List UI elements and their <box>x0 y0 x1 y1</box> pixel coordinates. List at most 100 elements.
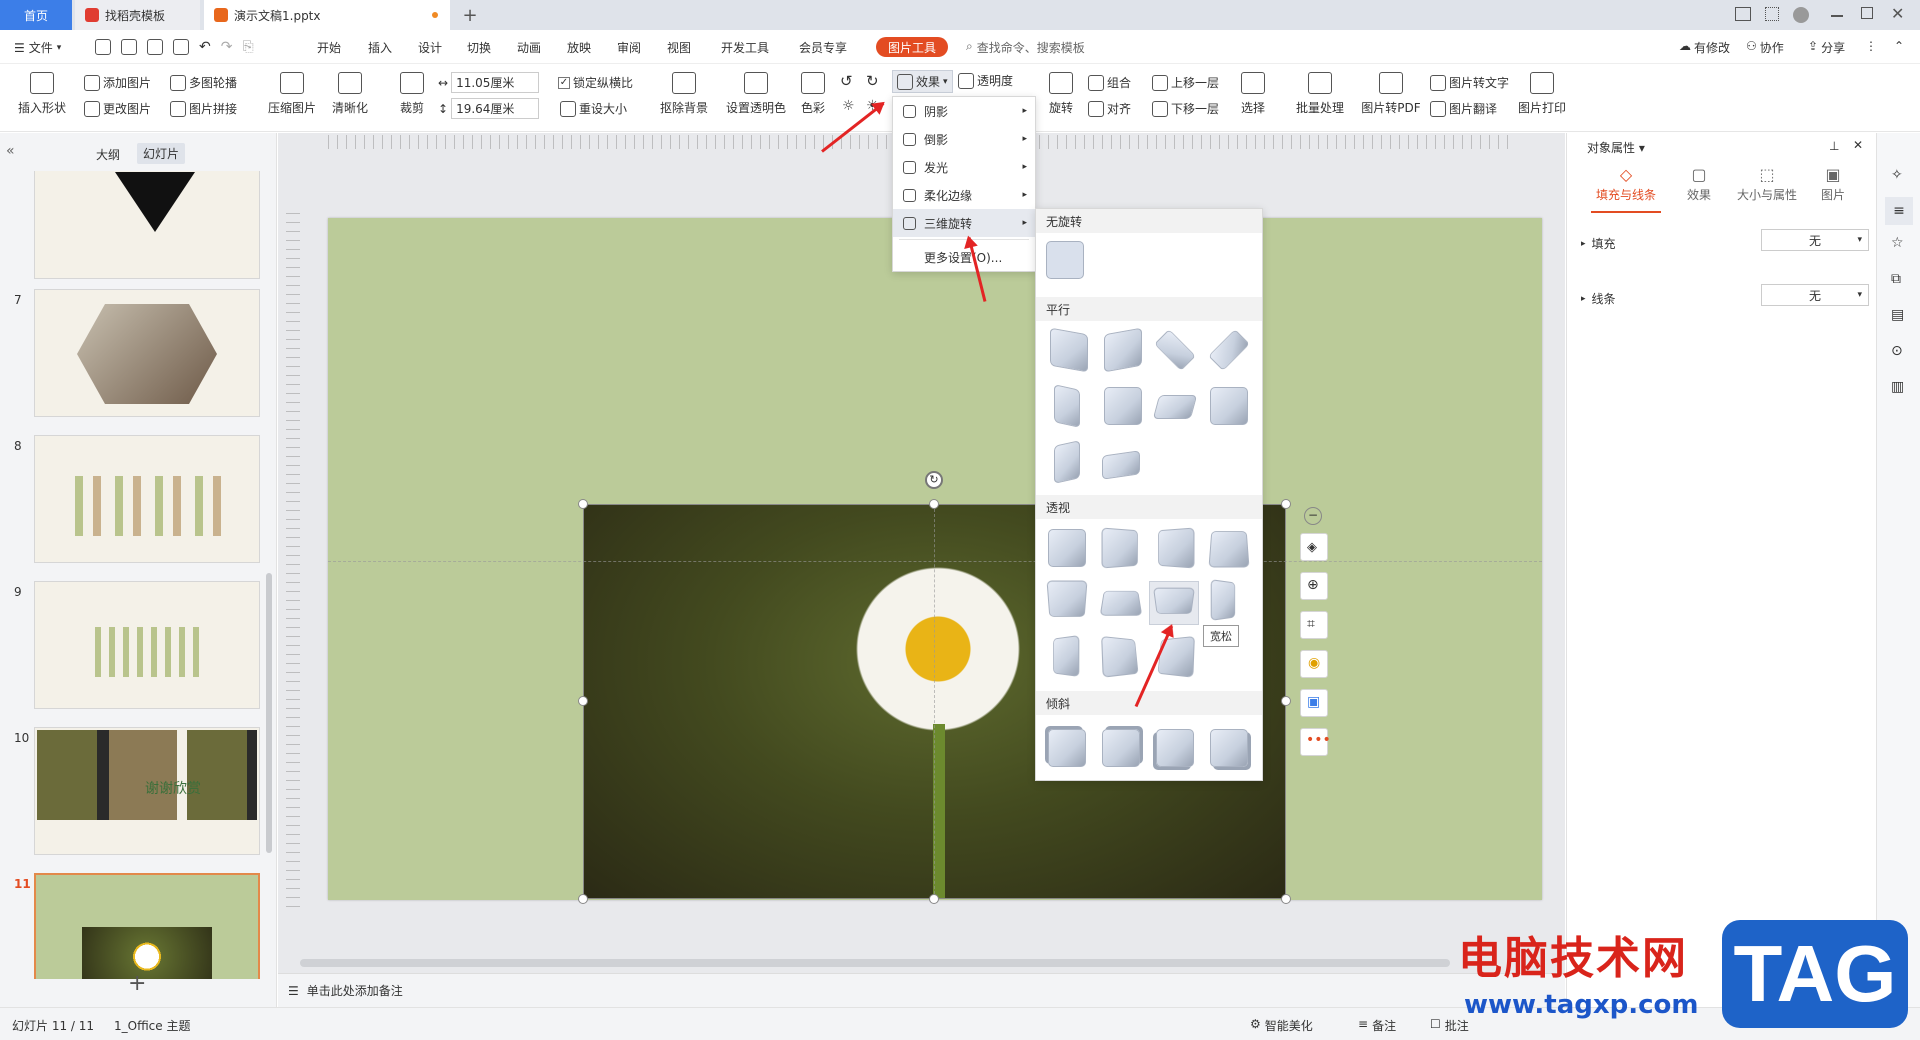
close-icon[interactable]: ✕ <box>1891 4 1904 23</box>
collab-button[interactable]: ⚇ 协作 <box>1746 39 1784 56</box>
pin-icon[interactable]: ⊥ <box>1829 139 1839 153</box>
preset-perspective[interactable] <box>1053 635 1080 677</box>
preset-parallel[interactable] <box>1154 329 1196 371</box>
slide-thumb-7[interactable] <box>34 289 260 417</box>
height-field[interactable]: ↕ 19.64厘米 <box>438 98 540 119</box>
crop-float-button[interactable]: ⌗ <box>1300 611 1328 639</box>
export-icon[interactable] <box>121 39 137 55</box>
preset-oblique[interactable] <box>1102 729 1140 767</box>
menu-item-reflection[interactable]: 倒影 ▸ <box>893 125 1035 153</box>
more-float-button[interactable]: ••• <box>1300 728 1331 756</box>
book-icon[interactable]: ▥ <box>1891 379 1904 395</box>
fill-section[interactable]: ▸ 填充 无 ▾ <box>1581 229 1871 252</box>
menu-item-design[interactable]: 设计 <box>418 39 442 56</box>
resize-handle[interactable] <box>578 499 588 509</box>
preset-parallel[interactable] <box>1054 440 1080 484</box>
print-icon[interactable] <box>147 39 163 55</box>
translate-button[interactable]: 图片翻译 <box>1430 100 1497 117</box>
batch-process-button[interactable]: 批量处理 <box>1290 72 1350 116</box>
save-icon[interactable] <box>95 39 111 55</box>
preset-perspective[interactable] <box>1101 636 1139 678</box>
tab-slides[interactable]: 幻灯片 <box>137 143 186 164</box>
preset-parallel[interactable] <box>1210 387 1248 425</box>
menu-item-view[interactable]: 视图 <box>667 39 691 56</box>
menu-item-3d-rotation[interactable]: 三维旋转 ▸ <box>893 209 1035 237</box>
zoom-float-button[interactable]: ⊕ <box>1300 572 1328 600</box>
compress-picture-button[interactable]: 压缩图片 <box>264 72 320 116</box>
preset-parallel[interactable] <box>1102 450 1140 480</box>
preset-perspective[interactable] <box>1048 529 1086 567</box>
command-search[interactable]: ⌕ 查找命令、搜索模板 <box>966 39 1085 56</box>
slide-thumb-11[interactable] <box>34 873 260 979</box>
multi-outline-button[interactable]: 多图轮播 <box>170 74 237 91</box>
layout-icon[interactable] <box>1735 7 1751 21</box>
group-button[interactable]: 组合 <box>1088 74 1131 91</box>
preset-no-rotation[interactable] <box>1046 241 1084 279</box>
preset-oblique[interactable] <box>1156 729 1194 767</box>
effects-button[interactable]: 效果 ▾ <box>892 70 953 93</box>
star-icon[interactable]: ☆ <box>1891 235 1904 251</box>
print-picture-button[interactable]: 图片打印 <box>1516 72 1568 116</box>
line-section[interactable]: ▸ 线条 无 ▾ <box>1581 284 1871 307</box>
resize-handle[interactable] <box>1281 894 1291 904</box>
tab-effects[interactable]: ▢ 效果 <box>1679 165 1719 203</box>
menu-item-member[interactable]: 会员专享 <box>799 39 847 56</box>
notes-area[interactable]: ☰ 单击此处添加备注 <box>278 973 1565 1007</box>
slide-thumb-6[interactable] <box>34 171 260 279</box>
undo-icon[interactable]: ↶ <box>199 39 211 55</box>
align-button[interactable]: 对齐 <box>1088 100 1131 117</box>
more-menu-icon[interactable]: ⋮ <box>1865 39 1877 53</box>
menu-item-start[interactable]: 开始 <box>317 39 341 56</box>
menu-item-animation[interactable]: 动画 <box>517 39 541 56</box>
copy-icon[interactable]: ⧉ <box>1891 271 1901 287</box>
tab-template[interactable]: 找稻壳模板 <box>75 0 200 30</box>
redo-icon[interactable]: ↷ <box>221 39 233 55</box>
preset-parallel[interactable] <box>1054 384 1080 428</box>
fill-dropdown[interactable]: 无 ▾ <box>1761 229 1869 251</box>
preset-oblique[interactable] <box>1210 729 1248 767</box>
preset-parallel[interactable] <box>1208 329 1250 371</box>
collapse-float-icon[interactable]: − <box>1304 507 1322 525</box>
preset-parallel[interactable] <box>1152 395 1198 419</box>
color-button[interactable]: 色彩 <box>796 72 830 116</box>
resize-handle[interactable] <box>578 696 588 706</box>
layers-float-button[interactable]: ◈ <box>1300 533 1328 561</box>
preset-perspective[interactable] <box>1101 527 1138 569</box>
notes-button[interactable]: ≡ 备注 <box>1358 1017 1396 1034</box>
to-text-button[interactable]: 图片转文字 <box>1430 74 1509 91</box>
settings-sliders-icon[interactable]: ≡ <box>1885 197 1913 225</box>
transparency-button[interactable]: 透明度 <box>958 72 1013 89</box>
slide-thumb-8[interactable] <box>34 435 260 563</box>
preset-perspective-relaxed[interactable] <box>1153 587 1195 614</box>
image-float-button[interactable]: ▣ <box>1300 689 1328 717</box>
slide-thumb-9[interactable] <box>34 581 260 709</box>
preset-perspective[interactable] <box>1210 579 1236 621</box>
collapse-pane-icon[interactable]: « <box>6 143 15 159</box>
menu-item-soft-edges[interactable]: 柔化边缘 ▸ <box>893 181 1035 209</box>
preset-parallel[interactable] <box>1104 387 1142 425</box>
picture-splice-button[interactable]: 图片拼接 <box>170 100 237 117</box>
menu-item-glow[interactable]: 发光 ▸ <box>893 153 1035 181</box>
line-dropdown[interactable]: 无 ▾ <box>1761 284 1869 306</box>
pane-title[interactable]: 对象属性 ▾ <box>1587 139 1645 156</box>
to-pdf-button[interactable]: 图片转PDF <box>1360 72 1422 116</box>
add-slide-button[interactable]: + <box>128 971 146 996</box>
avatar[interactable] <box>1793 7 1809 23</box>
preset-perspective[interactable] <box>1208 531 1250 568</box>
menu-item-review[interactable]: 审阅 <box>617 39 641 56</box>
insert-shape-button[interactable]: 插入形状 <box>12 72 72 116</box>
grid-icon[interactable] <box>1765 7 1779 21</box>
file-menu[interactable]: ☰ 文件 ▾ <box>14 39 61 56</box>
preset-parallel[interactable] <box>1050 327 1088 373</box>
resize-handle[interactable] <box>929 894 939 904</box>
menu-item-shadow[interactable]: 阴影 ▸ <box>893 97 1035 125</box>
remove-background-button[interactable]: 抠除背景 <box>654 72 714 116</box>
preset-parallel[interactable] <box>1104 327 1142 373</box>
preview-icon[interactable] <box>173 39 189 55</box>
magic-icon[interactable]: ✧ <box>1891 167 1903 183</box>
crop-button[interactable]: 裁剪 <box>392 72 432 116</box>
resize-handle[interactable] <box>929 499 939 509</box>
minimize-icon[interactable] <box>1831 15 1843 17</box>
preset-perspective[interactable] <box>1158 527 1195 569</box>
add-picture-button[interactable]: 添加图片 <box>84 74 151 91</box>
